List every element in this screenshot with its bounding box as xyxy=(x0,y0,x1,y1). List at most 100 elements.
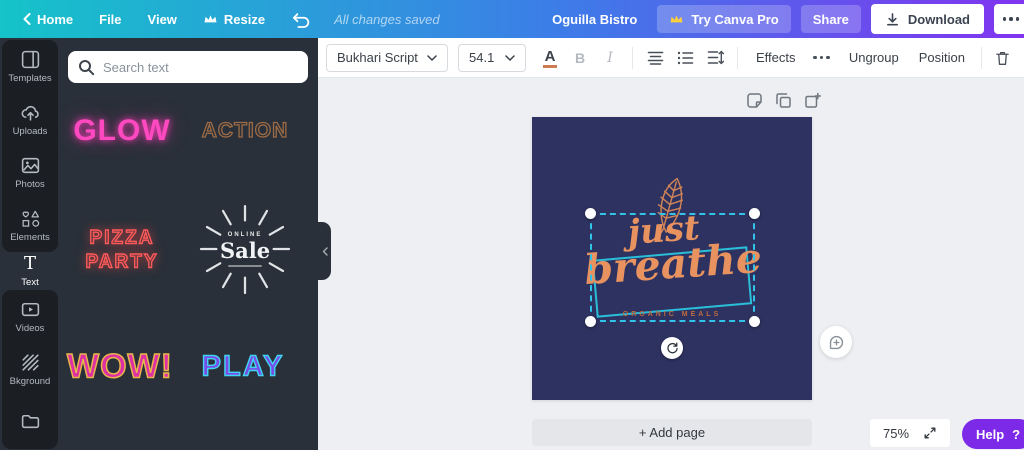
undo-button[interactable] xyxy=(278,0,324,38)
ellipsis-icon xyxy=(1003,17,1020,21)
fullscreen-button[interactable] xyxy=(923,426,937,440)
selection-handle-bottom-left[interactable] xyxy=(585,316,596,327)
panel-collapse-button[interactable] xyxy=(318,222,331,280)
background-hatch-icon xyxy=(20,352,41,373)
zoom-level: 75% xyxy=(883,426,909,441)
sidebar-item-videos[interactable]: Videos xyxy=(2,290,58,343)
text-color-button[interactable]: A xyxy=(536,44,564,72)
chevron-left-icon xyxy=(322,247,328,256)
delete-button[interactable] xyxy=(988,44,1016,72)
position-button[interactable]: Position xyxy=(909,50,975,65)
editor-main: Bukhari Script 54.1 A B I xyxy=(318,38,1024,450)
add-page-button[interactable]: + Add page xyxy=(532,419,812,446)
resize-button[interactable]: Resize xyxy=(190,0,278,38)
toolbar-divider xyxy=(632,47,633,69)
italic-button[interactable]: I xyxy=(596,44,624,72)
text-style-action[interactable]: ACTION xyxy=(202,119,289,143)
sale-text-group: ONLINE Sale xyxy=(199,203,291,295)
file-menu[interactable]: File xyxy=(86,0,134,38)
font-size-select[interactable]: 54.1 xyxy=(458,44,526,72)
text-spacing-button[interactable] xyxy=(701,44,729,72)
sidebar-item-templates[interactable]: Templates xyxy=(2,40,58,93)
search-icon xyxy=(78,59,95,76)
bold-button[interactable]: B xyxy=(566,44,594,72)
document-title[interactable]: Oguilla Bistro xyxy=(542,12,647,27)
chevron-down-icon xyxy=(427,55,437,61)
sale-fine-print xyxy=(228,265,262,267)
canva-editor: Home File View Resize All changes saved … xyxy=(0,0,1024,450)
add-page-icon-button[interactable] xyxy=(804,92,821,109)
canvas-region: just breathe ORGANIC MEALS xyxy=(318,78,1024,450)
sidebar-nav: Templates Uploads Photos Elements T Text xyxy=(0,38,60,450)
view-menu[interactable]: View xyxy=(135,0,190,38)
text-tool-icon: T xyxy=(24,254,36,274)
sidebar-group-top: Templates Uploads Photos Elements xyxy=(2,40,58,252)
sidebar-item-background[interactable]: Bkground xyxy=(2,343,58,396)
question-mark-icon: ? xyxy=(1012,427,1020,442)
autosave-status: All changes saved xyxy=(324,12,450,27)
design-page[interactable]: just breathe ORGANIC MEALS xyxy=(532,117,812,400)
download-icon xyxy=(885,12,900,27)
toolbar-more-button[interactable] xyxy=(808,44,836,72)
chevron-left-icon xyxy=(23,13,31,25)
video-icon xyxy=(20,299,41,320)
add-page-icon xyxy=(804,92,821,109)
comment-button[interactable] xyxy=(820,326,852,358)
zoom-control[interactable]: 75% xyxy=(869,418,951,448)
undo-icon xyxy=(291,11,311,28)
selection-box[interactable] xyxy=(590,213,755,322)
sidebar-item-elements[interactable]: Elements xyxy=(2,199,58,252)
try-canva-pro-button[interactable]: Try Canva Pro xyxy=(657,5,790,33)
toolbar-divider xyxy=(981,47,982,69)
text-style-pizza-party[interactable]: PIZZA PARTY xyxy=(86,226,159,274)
crown-icon xyxy=(669,13,684,25)
sidebar-item-folder[interactable] xyxy=(2,396,58,449)
selection-handle-top-right[interactable] xyxy=(749,208,760,219)
effects-button[interactable]: Effects xyxy=(746,50,806,65)
add-notes-button[interactable] xyxy=(746,92,763,109)
text-toolbar: Bukhari Script 54.1 A B I xyxy=(318,38,1024,78)
editor-body: Templates Uploads Photos Elements T Text xyxy=(0,38,1024,450)
selection-handle-bottom-right[interactable] xyxy=(749,316,760,327)
search-box[interactable] xyxy=(68,51,308,83)
duplicate-icon xyxy=(775,92,792,109)
page-actions xyxy=(746,92,821,109)
rotate-handle[interactable] xyxy=(661,337,683,359)
ungroup-button[interactable]: Ungroup xyxy=(839,50,909,65)
download-button[interactable]: Download xyxy=(871,4,984,34)
sidebar-item-uploads[interactable]: Uploads xyxy=(2,93,58,146)
toolbar-right: Ungroup Position xyxy=(839,44,1016,72)
chevron-down-icon xyxy=(505,55,515,61)
templates-icon xyxy=(20,49,41,70)
text-style-glow[interactable]: GLOW xyxy=(73,114,170,148)
bullet-list-icon xyxy=(677,51,694,65)
sidebar-group-bottom: Videos Bkground xyxy=(2,290,58,449)
sidebar-item-photos[interactable]: Photos xyxy=(2,146,58,199)
notes-icon xyxy=(746,92,763,109)
sidebar-item-text[interactable]: T Text xyxy=(0,254,60,288)
font-family-select[interactable]: Bukhari Script xyxy=(326,44,448,72)
text-align-button[interactable] xyxy=(641,44,669,72)
duplicate-page-button[interactable] xyxy=(775,92,792,109)
trash-icon xyxy=(995,50,1010,66)
help-button[interactable]: Help ? xyxy=(962,419,1024,449)
photo-icon xyxy=(20,155,41,176)
share-button[interactable]: Share xyxy=(801,5,861,33)
home-label: Home xyxy=(37,12,73,27)
text-style-wow[interactable]: WOW! xyxy=(67,348,173,387)
line-spacing-icon xyxy=(707,50,724,65)
header-right: Oguilla Bistro Try Canva Pro Share Downl… xyxy=(542,4,1014,34)
text-styles-panel: GLOW ACTION PIZZA PARTY ONLINE xyxy=(60,38,318,450)
header-bar: Home File View Resize All changes saved … xyxy=(0,0,1024,38)
home-button[interactable]: Home xyxy=(10,0,86,38)
selection-handle-top-left[interactable] xyxy=(585,208,596,219)
folder-icon xyxy=(20,411,41,432)
rotate-icon xyxy=(666,342,679,355)
list-button[interactable] xyxy=(671,44,699,72)
search-input[interactable] xyxy=(103,60,298,75)
shapes-icon xyxy=(20,208,41,229)
header-more-button[interactable] xyxy=(994,4,1024,34)
text-style-online-sale[interactable]: ONLINE Sale xyxy=(199,203,291,295)
ellipsis-icon xyxy=(813,56,830,60)
text-style-play[interactable]: PLAY xyxy=(202,351,285,384)
